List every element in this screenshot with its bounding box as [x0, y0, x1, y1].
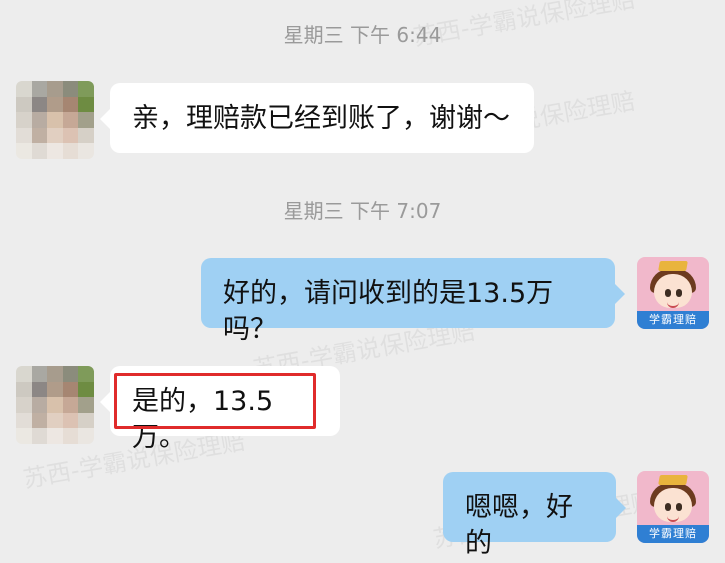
message-bubble[interactable]: 嗯嗯，好的 — [443, 472, 626, 559]
timestamp: 星期三 下午 7:07 — [283, 199, 442, 223]
chat-thread: 苏西-学霸说保险理赔 苏西-学霸说保险理赔 苏西-学霸说保险理赔 苏西-学霸说保… — [0, 0, 725, 563]
avatar-badge: 学霸理赔 — [637, 525, 709, 543]
contact-avatar[interactable] — [16, 366, 94, 444]
message-text: 好的，请问收到的是13.5万吗？ — [223, 278, 554, 345]
avatar-eye-left — [665, 289, 671, 297]
contact-avatar[interactable] — [16, 81, 94, 159]
avatar-badge: 学霸理赔 — [637, 311, 709, 329]
self-avatar[interactable]: 学霸理赔 — [637, 257, 709, 329]
graduation-cap-icon — [658, 261, 688, 271]
highlight-box — [114, 373, 316, 429]
message-bubble[interactable]: 好的，请问收到的是13.5万吗？ — [201, 258, 625, 345]
avatar-eye-right — [676, 503, 682, 511]
self-avatar[interactable]: 学霸理赔 — [637, 471, 709, 543]
avatar-eye-left — [665, 503, 671, 511]
graduation-cap-icon — [658, 475, 688, 485]
message-bubble[interactable]: 亲，理赔款已经到账了，谢谢～ — [100, 83, 534, 153]
timestamp: 星期三 下午 6:44 — [283, 23, 442, 47]
message-text: 嗯嗯，好的 — [465, 492, 573, 559]
avatar-eye-right — [676, 289, 682, 297]
message-text: 亲，理赔款已经到账了，谢谢～ — [132, 103, 510, 134]
